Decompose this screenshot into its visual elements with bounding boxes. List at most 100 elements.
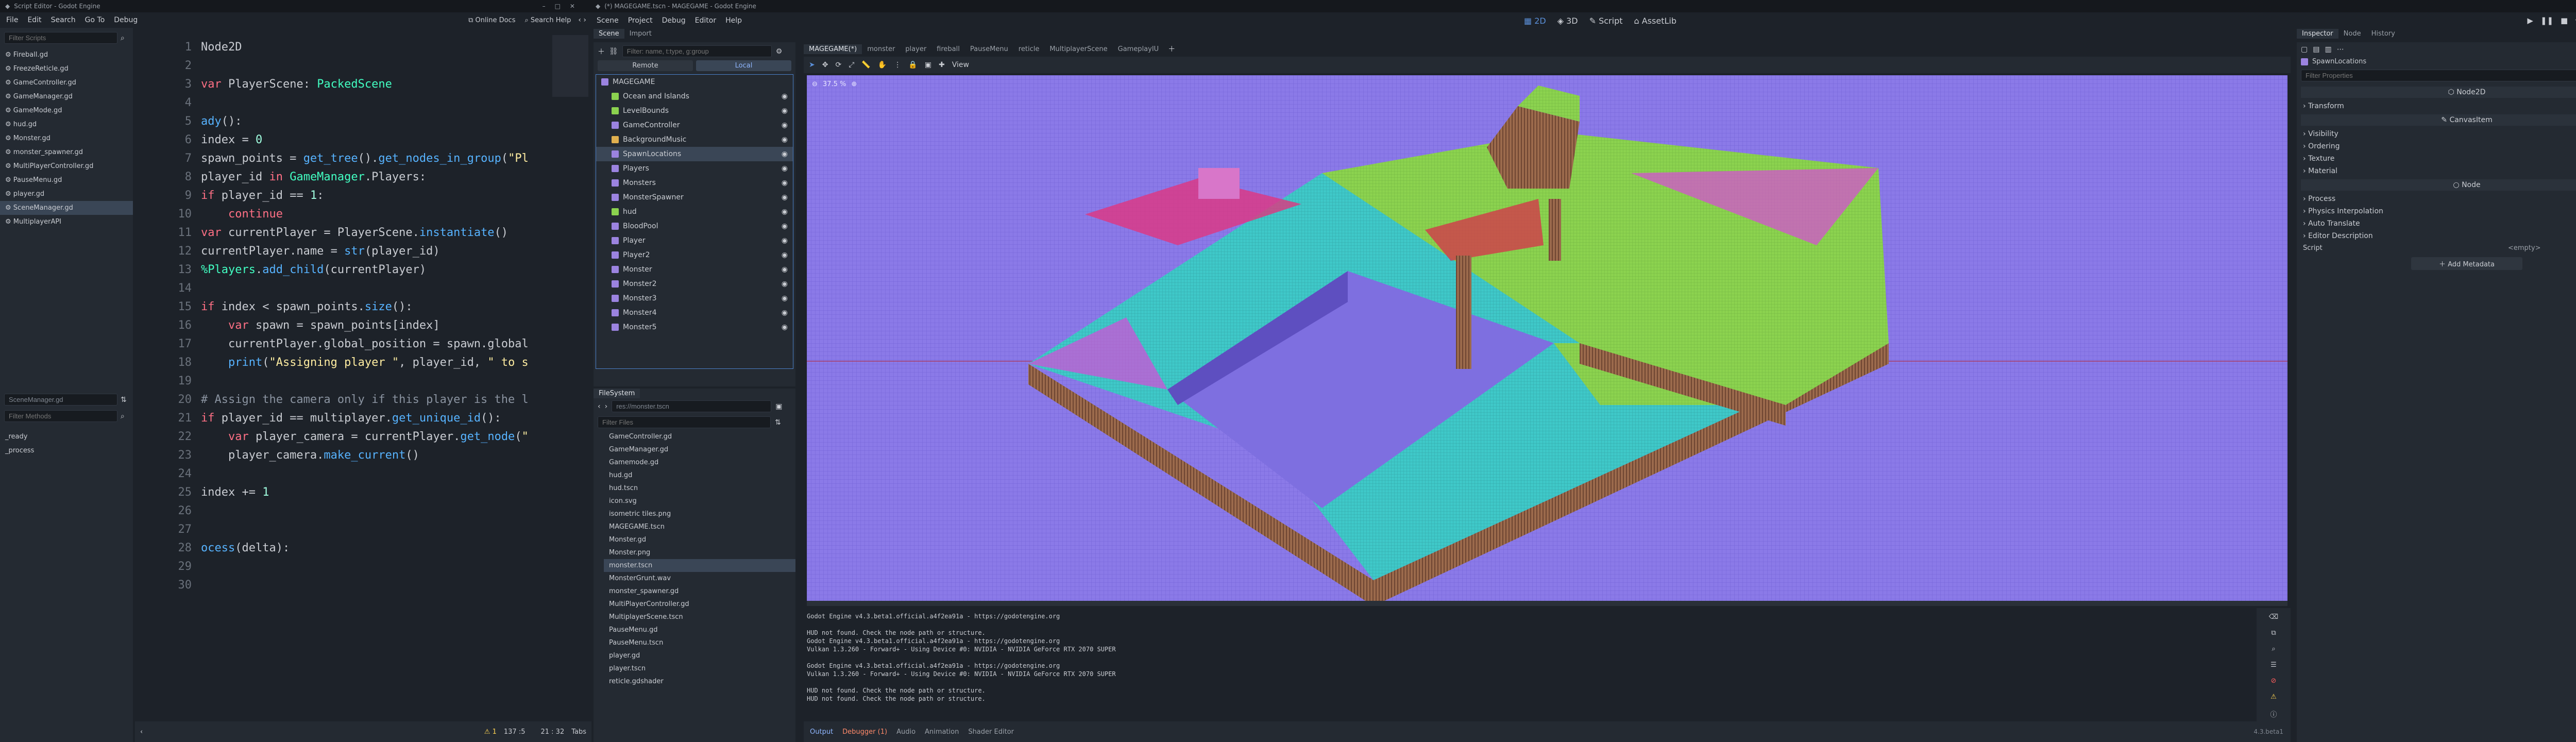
- file-item[interactable]: monster_spawner.gd: [604, 585, 795, 598]
- play-icon[interactable]: ▶: [2527, 16, 2533, 25]
- file-item[interactable]: hud.gd: [604, 469, 795, 482]
- code-line[interactable]: 28 ocess(delta):: [135, 539, 591, 558]
- code-line[interactable]: 29: [135, 558, 591, 576]
- link-icon[interactable]: ⛓: [609, 47, 618, 56]
- file-item[interactable]: Monster.gd: [604, 533, 795, 546]
- clear-output-icon[interactable]: ⌫: [2269, 613, 2278, 621]
- visibility-eye-icon[interactable]: ◉: [782, 205, 788, 219]
- file-item[interactable]: player.gd: [604, 649, 795, 662]
- method-item[interactable]: _ready: [0, 430, 133, 444]
- forward-icon[interactable]: ›: [605, 402, 608, 411]
- zoom-level[interactable]: 37.5 %: [823, 80, 846, 88]
- visibility-eye-icon[interactable]: ◉: [782, 306, 788, 320]
- collapse-icon[interactable]: ‹: [140, 728, 143, 736]
- filter-nodes-input[interactable]: [622, 45, 772, 57]
- bone-icon[interactable]: ✚: [939, 61, 945, 69]
- file-item[interactable]: MAGEGAME.tscn: [604, 520, 795, 533]
- tab-import[interactable]: Import: [624, 29, 657, 39]
- file-item[interactable]: icon.svg: [604, 495, 795, 508]
- visibility-eye-icon[interactable]: ◉: [782, 104, 788, 118]
- warning-filter-icon[interactable]: ⚠: [2270, 693, 2277, 701]
- sort-icon[interactable]: ⇅: [121, 396, 127, 404]
- file-item[interactable]: Gamemode.gd: [604, 456, 795, 469]
- scene-tree-item[interactable]: Monster4 ◉: [596, 306, 793, 320]
- code-line[interactable]: 30: [135, 576, 591, 595]
- script-list-item[interactable]: ⚙ Fireball.gd: [0, 48, 133, 62]
- editor-tab[interactable]: MultiplayerScene: [1044, 44, 1112, 54]
- visibility-eye-icon[interactable]: ◉: [782, 176, 788, 190]
- script-list-item[interactable]: ⚙ GameController.gd: [0, 76, 133, 90]
- scene-tree-item[interactable]: GameController ◉: [596, 118, 793, 132]
- scene-tree-item[interactable]: Monsters ◉: [596, 176, 793, 190]
- menu-debug[interactable]: Debug: [114, 16, 138, 24]
- editor-tab[interactable]: fireball: [931, 44, 965, 54]
- tab-scene[interactable]: Scene: [594, 29, 624, 39]
- code-line[interactable]: 1 Node2D: [135, 38, 591, 57]
- visibility-eye-icon[interactable]: ◉: [782, 89, 788, 104]
- menu-file[interactable]: File: [6, 16, 18, 24]
- menu-edit[interactable]: Edit: [27, 16, 41, 24]
- scene-tree-item[interactable]: Player2 ◉: [596, 248, 793, 262]
- script-list-item[interactable]: ⚙ SceneManager.gd: [0, 201, 133, 215]
- code-line[interactable]: 20 # Assign the camera only if this playe…: [135, 391, 591, 409]
- code-line[interactable]: 6 index = 0: [135, 131, 591, 149]
- split-icon[interactable]: ▣: [775, 402, 782, 411]
- view-menu[interactable]: View: [952, 61, 969, 69]
- snap-icon[interactable]: ⋮: [894, 61, 901, 69]
- editor-tab[interactable]: reticle: [1013, 44, 1045, 54]
- menu-scene[interactable]: Scene: [597, 16, 619, 25]
- tree-root[interactable]: MAGEGAME: [596, 75, 793, 89]
- scene-tree-item[interactable]: SpawnLocations ◉: [596, 147, 793, 161]
- file-item[interactable]: MonsterGrunt.wav: [604, 572, 795, 585]
- file-item[interactable]: GameController.gd: [604, 430, 795, 443]
- scene-tree-item[interactable]: MonsterSpawner ◉: [596, 190, 793, 205]
- file-item[interactable]: player.tscn: [604, 662, 795, 675]
- pan-tool-icon[interactable]: ✋: [878, 61, 887, 69]
- file-item[interactable]: MultiplayerScene.tscn: [604, 611, 795, 623]
- window-controls[interactable]: –□✕: [543, 3, 584, 10]
- script-list-item[interactable]: ⚙ PauseMenu.gd: [0, 173, 133, 187]
- code-line[interactable]: 3 var PlayerScene: PackedScene: [135, 75, 591, 94]
- editor-tab[interactable]: GameplayIU: [1113, 44, 1164, 54]
- file-item[interactable]: PauseMenu.tscn: [604, 636, 795, 649]
- scene-filter-icon[interactable]: ⚙: [776, 47, 783, 56]
- sort-icon[interactable]: ⇅: [775, 418, 781, 427]
- scene-tree-item[interactable]: LevelBounds ◉: [596, 104, 793, 118]
- group-icon[interactable]: ▣: [925, 61, 931, 69]
- script-list-item[interactable]: ⚙ GameMode.gd: [0, 104, 133, 117]
- online-docs-link[interactable]: ⧉ Online Docs: [468, 16, 515, 24]
- tab-animation[interactable]: Animation: [925, 728, 959, 736]
- menu-help[interactable]: Help: [725, 16, 742, 25]
- canvas-viewport[interactable]: ⊖ 37.5 % ⊕: [807, 75, 2287, 606]
- menu-project[interactable]: Project: [628, 16, 653, 25]
- nav-arrows-icon[interactable]: ‹ ›: [578, 16, 586, 24]
- code-line[interactable]: 2: [135, 57, 591, 75]
- scene-tree-item[interactable]: Monster2 ◉: [596, 277, 793, 291]
- scene-tree-item[interactable]: BackgroundMusic ◉: [596, 132, 793, 147]
- filter-icon[interactable]: ☰: [2270, 661, 2277, 669]
- visibility-eye-icon[interactable]: ◉: [782, 118, 788, 132]
- section-process[interactable]: › Process: [2297, 193, 2576, 205]
- menu-goto[interactable]: Go To: [85, 16, 105, 24]
- scene-tree-item[interactable]: Monster5 ◉: [596, 320, 793, 334]
- section-texture[interactable]: › Texture: [2297, 153, 2576, 165]
- pause-icon[interactable]: ❚❚: [2540, 16, 2553, 25]
- file-item[interactable]: PauseMenu.gd: [604, 623, 795, 636]
- code-line[interactable]: 15 if index < spawn_points.size():: [135, 298, 591, 316]
- remote-tab[interactable]: Remote: [598, 60, 693, 71]
- menu-debug[interactable]: Debug: [662, 16, 686, 25]
- tab-output[interactable]: Output: [810, 728, 833, 736]
- move-tool-icon[interactable]: ✥: [822, 61, 828, 69]
- code-line[interactable]: 18 print("Assigning player ", player_id,…: [135, 353, 591, 372]
- extra-icon[interactable]: ⋯: [2337, 45, 2344, 54]
- viewport-scrollbar[interactable]: [807, 601, 2287, 606]
- code-line[interactable]: 12 currentPlayer.name = str(player_id): [135, 242, 591, 261]
- code-line[interactable]: 13 %Players.add_child(currentPlayer): [135, 261, 591, 279]
- select-tool-icon[interactable]: ➤: [809, 61, 815, 69]
- tab-node[interactable]: Node: [2338, 29, 2366, 39]
- code-line[interactable]: 24: [135, 465, 591, 483]
- code-line[interactable]: 26: [135, 502, 591, 520]
- scene-tree-item[interactable]: Players ◉: [596, 161, 793, 176]
- file-item[interactable]: monster.tscn: [604, 559, 795, 572]
- code-line[interactable]: 14: [135, 279, 591, 298]
